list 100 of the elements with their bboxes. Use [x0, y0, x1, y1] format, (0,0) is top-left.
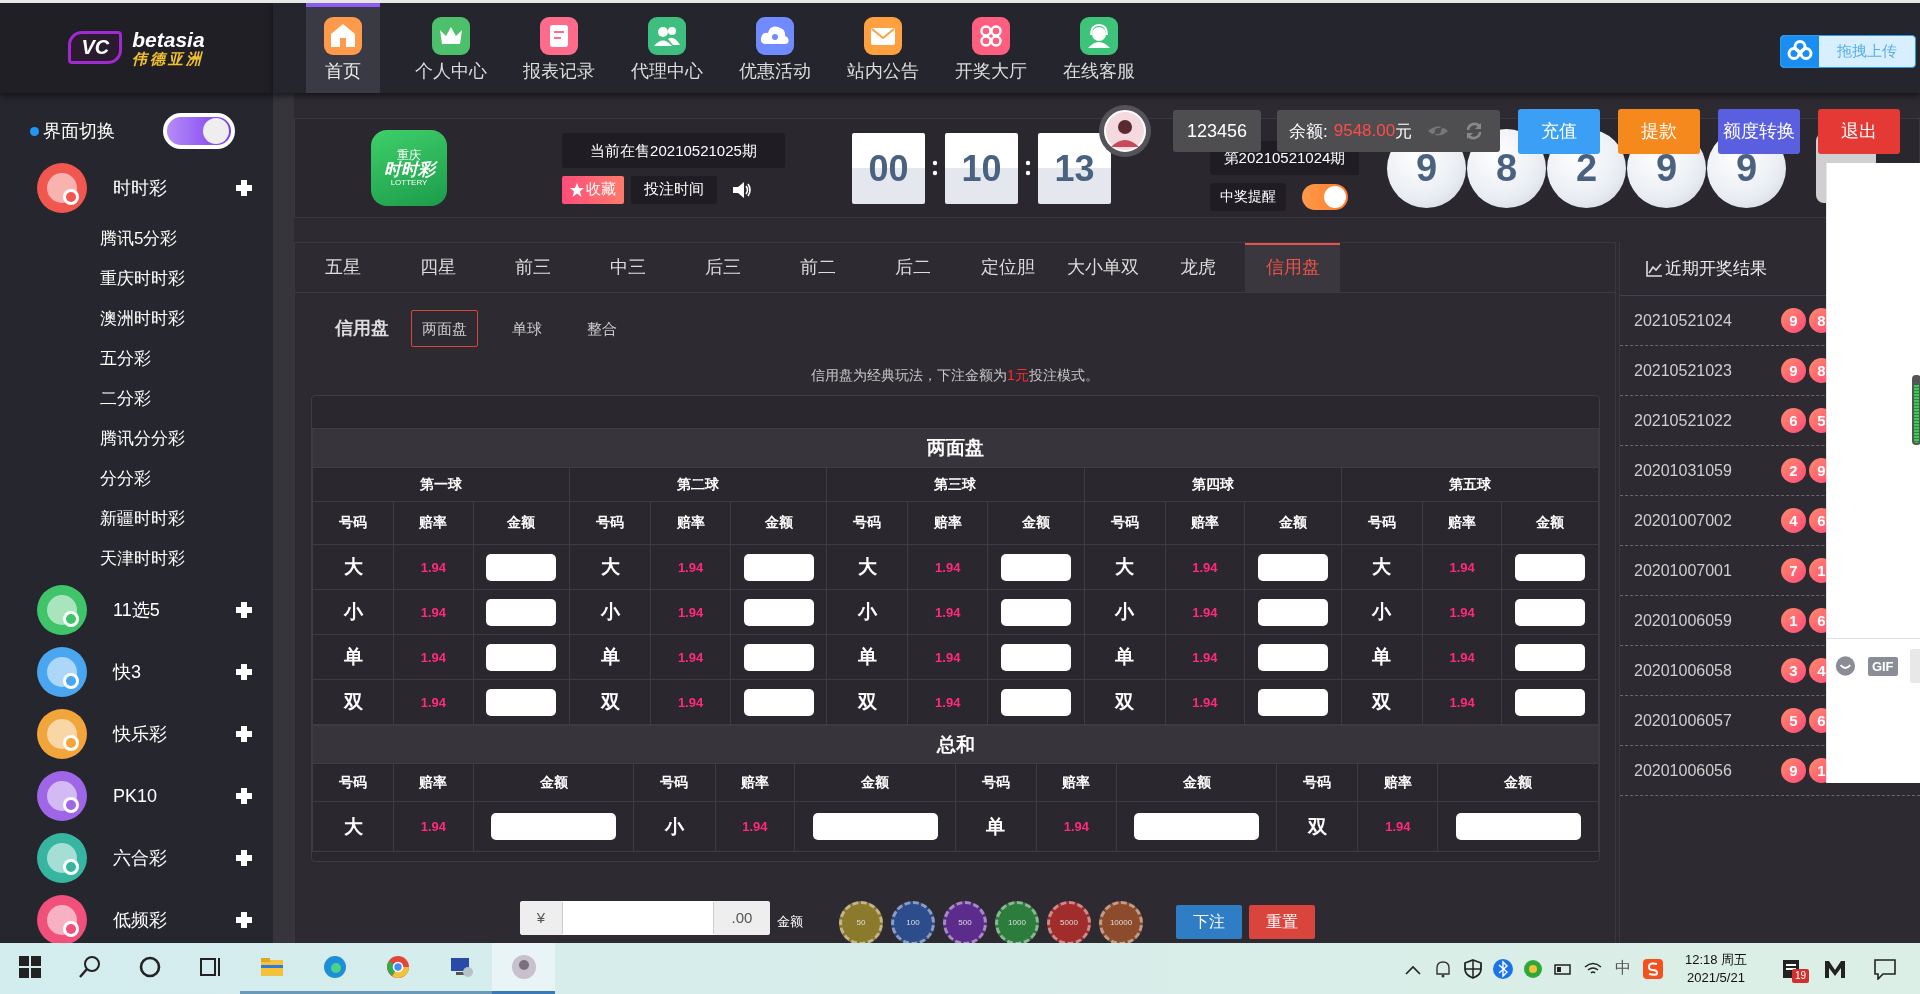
countdown-digit: 00 [852, 132, 925, 204]
amount-field[interactable] [1515, 598, 1586, 626]
sidebar-subitem[interactable]: 天津时时彩 [0, 539, 273, 579]
sidebar-subitem[interactable]: 重庆时时彩 [0, 259, 273, 299]
chip-button[interactable]: 100 [891, 901, 935, 943]
play-tab[interactable]: 中三 [580, 243, 675, 292]
table-cell: 1.94 [1422, 544, 1502, 590]
action-button[interactable]: 退出 [1818, 108, 1900, 154]
sidebar-subitem[interactable]: 新疆时时彩 [0, 499, 273, 539]
amount-field[interactable] [486, 688, 557, 716]
amount-field[interactable] [1515, 553, 1586, 581]
chip-button[interactable]: 1000 [995, 901, 1039, 943]
nav-item[interactable]: 在线客服 [1045, 3, 1153, 93]
play-tab[interactable]: 后二 [865, 243, 960, 292]
notifications-button[interactable]: 19 [1764, 943, 1820, 994]
amount-field[interactable] [491, 813, 617, 840]
table-cell: 单 [826, 634, 908, 680]
amount-field[interactable] [1257, 643, 1328, 671]
nav-item[interactable]: 首页 [306, 3, 380, 93]
sub-tab[interactable]: 整合 [576, 309, 628, 347]
sub-tab[interactable]: 两面盘 [411, 309, 478, 347]
amount-field[interactable] [1257, 688, 1328, 716]
column-header: 赔率 [1165, 501, 1245, 545]
play-tab[interactable]: 前二 [770, 243, 865, 292]
sidebar-item[interactable]: 快乐彩 [0, 703, 273, 765]
plus-icon [236, 912, 252, 928]
toggle-switch[interactable] [163, 113, 235, 149]
sidebar-subitem[interactable]: 二分彩 [0, 379, 273, 419]
nav-item[interactable]: 开奖大厅 [937, 3, 1045, 93]
amount-field[interactable] [743, 688, 814, 716]
plus-icon [236, 788, 252, 804]
chip-button[interactable]: 500 [943, 901, 987, 943]
amount-field[interactable] [743, 598, 814, 626]
column-header: 金额 [794, 763, 956, 802]
nav-item[interactable]: 代理中心 [613, 3, 721, 93]
chip-button[interactable]: 5000 [1047, 901, 1091, 943]
column-header: 第四球 [1084, 467, 1342, 502]
reset-button[interactable]: 重置 [1249, 905, 1315, 939]
amount-field[interactable] [743, 553, 814, 581]
play-tab[interactable]: 大小单双 [1055, 243, 1150, 292]
status-dot [30, 126, 39, 136]
sidebar-item[interactable]: 六合彩 [0, 827, 273, 889]
amount-field[interactable] [1000, 643, 1071, 671]
input-method-button[interactable]: 中 [1608, 958, 1638, 979]
submit-button[interactable]: 下注 [1176, 905, 1242, 939]
amount-field[interactable] [1515, 643, 1586, 671]
play-tab[interactable]: 前三 [485, 243, 580, 292]
play-tab[interactable]: 龙虎 [1150, 243, 1245, 292]
table-cell: 1.94 [393, 544, 474, 590]
amount-field[interactable] [1257, 598, 1328, 626]
play-tab[interactable]: 后三 [675, 243, 770, 292]
sidebar-subitem[interactable]: 澳洲时时彩 [0, 299, 273, 339]
sidebar-subitem[interactable]: 分分彩 [0, 459, 273, 499]
table-cell: 1.94 [650, 679, 731, 725]
sub-tab[interactable]: 单球 [501, 309, 553, 347]
chip-button[interactable]: 10000 [1099, 901, 1143, 943]
amount-field[interactable] [1134, 813, 1260, 840]
nav-item[interactable]: 站内公告 [829, 3, 937, 93]
sidebar-subitem[interactable]: 腾讯5分彩 [0, 219, 273, 259]
table-cell: 小 [569, 589, 651, 635]
sidebar-item[interactable]: 快3 [0, 641, 273, 703]
sidebar-item[interactable]: PK10 [0, 765, 273, 827]
bet-time-button[interactable]: 投注时间 [631, 175, 717, 204]
play-tab[interactable]: 五星 [295, 243, 390, 292]
table-cell: 1.94 [650, 589, 731, 635]
sidebar-subitem[interactable]: 五分彩 [0, 339, 273, 379]
amount-field[interactable] [486, 643, 557, 671]
amount-field[interactable] [1515, 688, 1586, 716]
table-cell: 大 [1084, 544, 1166, 590]
table-cell: 双 [312, 679, 394, 725]
sidebar-item[interactable]: 11选5 [0, 579, 273, 641]
amount-field[interactable] [812, 813, 938, 840]
action-button[interactable]: 额度转换 [1718, 108, 1800, 154]
toggle-switch[interactable] [1302, 184, 1348, 210]
amount-field[interactable] [1000, 553, 1071, 581]
column-header: 号码 [1341, 501, 1423, 545]
sidebar-subitem[interactable]: 腾讯分分彩 [0, 419, 273, 459]
amount-field[interactable] [486, 598, 557, 626]
crown-icon [432, 17, 470, 55]
nav-item[interactable]: 个人中心 [397, 3, 505, 93]
amount-field[interactable] [743, 643, 814, 671]
nav-item[interactable]: 优惠活动 [721, 3, 829, 93]
play-tab[interactable]: 定位胆 [960, 243, 1055, 292]
sidebar-item[interactable]: 时时彩 [0, 157, 273, 219]
amount-field[interactable] [486, 553, 557, 581]
play-tab[interactable]: 四星 [390, 243, 485, 292]
clock-button[interactable]: 12:18 周五 2021/5/21 [1668, 950, 1764, 987]
table-cell: 1.94 [907, 634, 988, 680]
windows-icon [17, 954, 43, 980]
column-header: 金额 [1244, 501, 1342, 545]
home-icon [324, 17, 362, 55]
taskbar-app[interactable] [492, 943, 555, 994]
amount-field[interactable] [1000, 598, 1071, 626]
amount-field[interactable] [1257, 553, 1328, 581]
notice-text: 信用盘为经典玩法，下注金额为1元投注模式。 [810, 366, 1100, 385]
amount-input[interactable]: ¥ .00 [520, 901, 770, 935]
nav-item[interactable]: 报表记录 [505, 3, 613, 93]
line-chart-icon [1646, 260, 1662, 277]
amount-field[interactable] [1000, 688, 1071, 716]
amount-field[interactable] [1455, 813, 1581, 840]
